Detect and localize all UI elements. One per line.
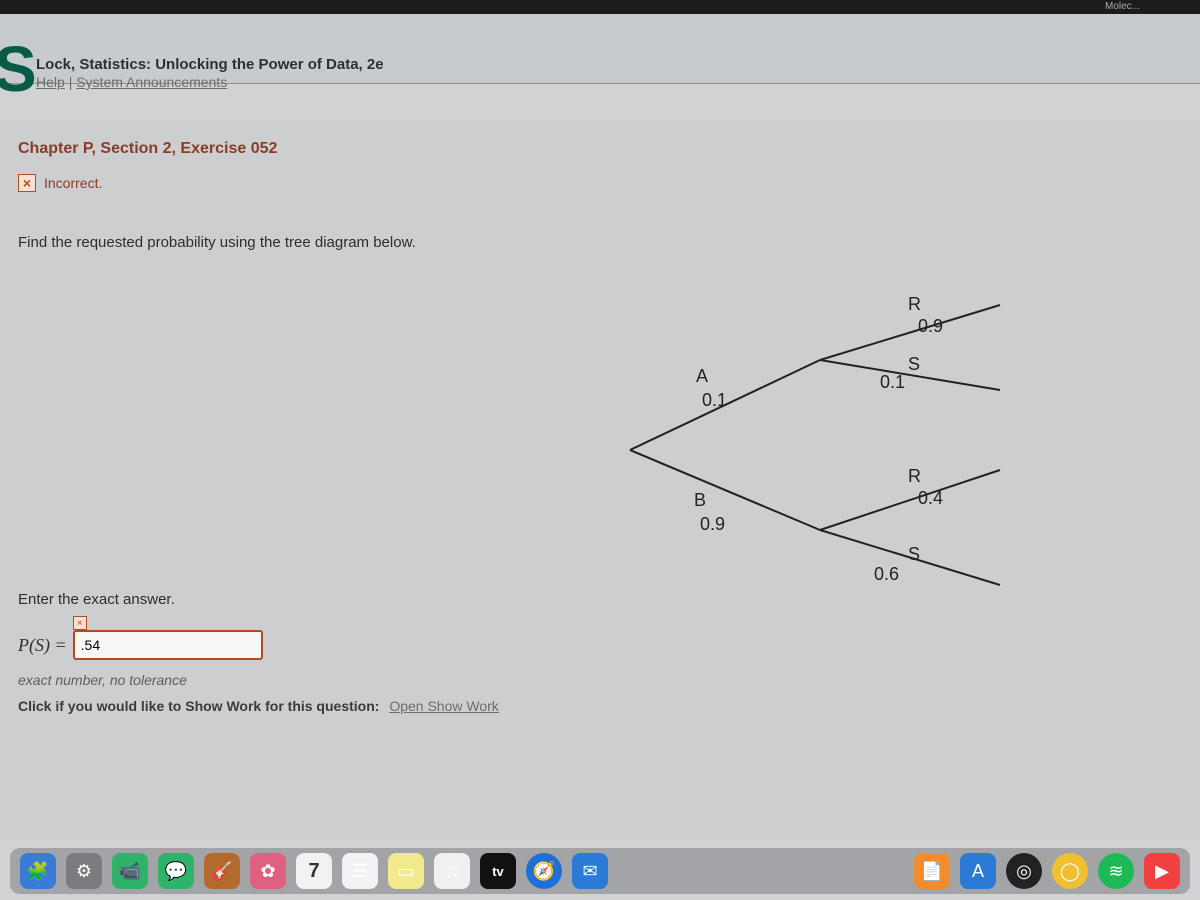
- facetime-icon[interactable]: 📹: [112, 853, 148, 889]
- incorrect-icon: ×: [18, 174, 36, 192]
- site-logo: S: [0, 50, 37, 88]
- book-title: Lock, Statistics: Unlocking the Power of…: [36, 56, 384, 73]
- branch-bs-label: S: [908, 544, 920, 564]
- finder-icon[interactable]: 🧩: [20, 853, 56, 889]
- answer-incorrect-icon: ×: [73, 616, 87, 630]
- garageband-icon[interactable]: 🎸: [204, 853, 240, 889]
- appstore-icon[interactable]: A: [960, 853, 996, 889]
- branch-as-prob: 0.1: [880, 372, 905, 392]
- open-show-work-link[interactable]: Open Show Work: [389, 698, 498, 714]
- branch-br-label: R: [908, 466, 921, 486]
- branch-ar-prob: 0.9: [918, 316, 943, 336]
- header-links: Help | System Announcements: [36, 74, 227, 90]
- tree-diagram: A 0.1 B 0.9 R 0.9 S 0.1 R 0.4 S 0.6: [620, 280, 1080, 620]
- window-top-fragment: Molec...: [0, 0, 1200, 14]
- answer-prefix: P(S) =: [18, 635, 67, 656]
- messages-icon[interactable]: 💬: [158, 853, 194, 889]
- help-link[interactable]: Help: [36, 74, 65, 90]
- macos-dock: 🧩 ⚙ 📹 💬 🎸 ✿ 7 ☰ ▭ ♫ tv 🧭 ✉ 📄 A ◎ ◯ ≋ ▶: [10, 848, 1190, 894]
- music-icon[interactable]: ♫: [434, 853, 470, 889]
- feedback-text: Incorrect.: [44, 175, 102, 191]
- page-header: S Lock, Statistics: Unlocking the Power …: [0, 14, 1200, 84]
- branch-b-prob: 0.9: [700, 514, 725, 534]
- tolerance-note: exact number, no tolerance: [18, 672, 1182, 688]
- mail-icon[interactable]: ✉: [572, 853, 608, 889]
- answer-input[interactable]: [73, 630, 263, 660]
- exercise-content: Chapter P, Section 2, Exercise 052 × Inc…: [0, 120, 1200, 840]
- branch-ar-label: R: [908, 294, 921, 314]
- system-prefs-icon[interactable]: ⚙: [66, 853, 102, 889]
- pages-icon[interactable]: 📄: [914, 853, 950, 889]
- branch-bs-prob: 0.6: [874, 564, 899, 584]
- top-fragment-text: Molec...: [1105, 1, 1140, 12]
- chapter-title: Chapter P, Section 2, Exercise 052: [18, 140, 1182, 158]
- safari-icon[interactable]: 🧭: [526, 853, 562, 889]
- system-announcements-link[interactable]: System Announcements: [76, 74, 227, 90]
- answer-input-wrap: ×: [73, 630, 263, 660]
- appletv-icon[interactable]: tv: [480, 853, 516, 889]
- show-work-row: Click if you would like to Show Work for…: [18, 698, 1182, 714]
- feedback-row: × Incorrect.: [18, 174, 1182, 192]
- siri-icon[interactable]: ◎: [1006, 853, 1042, 889]
- answer-row: P(S) = ×: [18, 630, 1182, 660]
- spotify-icon[interactable]: ≋: [1098, 853, 1134, 889]
- calendar-icon[interactable]: 7: [296, 853, 332, 889]
- chrome-icon[interactable]: ◯: [1052, 853, 1088, 889]
- youtube-icon[interactable]: ▶: [1144, 853, 1180, 889]
- branch-b-label: B: [694, 490, 706, 510]
- branch-br-prob: 0.4: [918, 488, 943, 508]
- notes-icon[interactable]: ▭: [388, 853, 424, 889]
- branch-a-prob: 0.1: [702, 390, 727, 410]
- instruction-text: Find the requested probability using the…: [18, 234, 1182, 251]
- show-work-prefix: Click if you would like to Show Work for…: [18, 698, 379, 714]
- reminders-icon[interactable]: ☰: [342, 853, 378, 889]
- branch-as-label: S: [908, 354, 920, 374]
- branch-a-label: A: [696, 366, 708, 386]
- photos-icon[interactable]: ✿: [250, 853, 286, 889]
